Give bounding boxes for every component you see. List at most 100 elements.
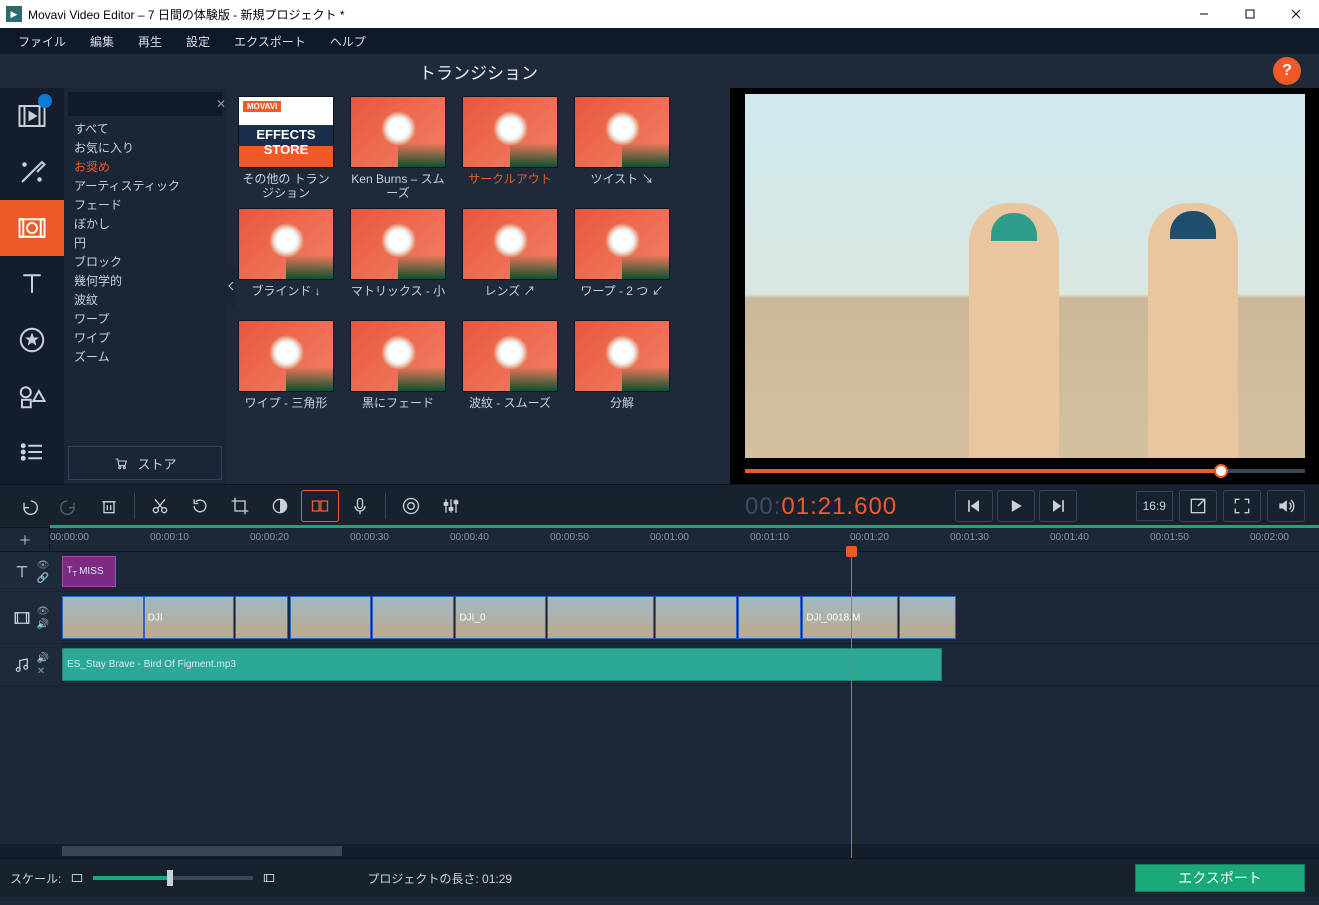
menu-settings[interactable]: 設定: [174, 28, 222, 55]
close-button[interactable]: [1273, 0, 1319, 28]
equalizer-button[interactable]: [432, 490, 470, 522]
transition-item[interactable]: レンズ ↗: [462, 208, 558, 312]
rotate-button[interactable]: [181, 490, 219, 522]
timeline-scrollbar[interactable]: [0, 844, 1319, 858]
video-clip[interactable]: [547, 596, 654, 639]
clip-properties-button[interactable]: [392, 490, 430, 522]
category-item[interactable]: 幾何学的: [74, 272, 226, 291]
record-audio-button[interactable]: [341, 490, 379, 522]
delete-button[interactable]: [90, 490, 128, 522]
bottom-bar: スケール: プロジェクトの長さ: 01:29 エクスポート: [0, 858, 1319, 897]
title-track[interactable]: TTMISS: [62, 552, 1319, 591]
category-item[interactable]: ズーム: [74, 348, 226, 367]
transition-item[interactable]: サークルアウト: [462, 96, 558, 200]
transition-item[interactable]: ブラインド ↓: [238, 208, 334, 312]
category-item[interactable]: アーティスティック: [74, 177, 226, 196]
ruler-mark: 00:02:00: [1250, 532, 1289, 543]
audio-track[interactable]: ES_Stay Brave - Bird Of Figment.mp3: [62, 644, 1319, 685]
transition-item[interactable]: ツイスト ↘: [574, 96, 670, 200]
video-clip[interactable]: [290, 596, 372, 639]
scale-label: スケール:: [10, 870, 61, 887]
search-input[interactable]: [72, 98, 214, 110]
video-clip[interactable]: [738, 596, 801, 639]
transition-item[interactable]: ワイプ - 三角形: [238, 320, 334, 424]
export-button[interactable]: エクスポート: [1135, 864, 1305, 892]
category-item[interactable]: すべて: [74, 120, 226, 139]
tab-more[interactable]: [0, 424, 64, 480]
transition-item[interactable]: Ken Burns – スムーズ: [350, 96, 446, 200]
category-item[interactable]: ブロック: [74, 253, 226, 272]
next-frame-button[interactable]: [1039, 490, 1077, 522]
volume-button[interactable]: [1267, 490, 1305, 522]
eye-icon[interactable]: 👁: [37, 560, 50, 571]
menu-edit[interactable]: 編集: [78, 28, 126, 55]
minimize-button[interactable]: [1181, 0, 1227, 28]
tab-stickers[interactable]: [0, 312, 64, 368]
category-item[interactable]: ワイプ: [74, 329, 226, 348]
video-clip[interactable]: [62, 596, 144, 639]
title-clip[interactable]: TTMISS: [62, 556, 116, 587]
link-icon[interactable]: 🔗: [37, 573, 50, 584]
audio-clip[interactable]: ES_Stay Brave - Bird Of Figment.mp3: [62, 648, 942, 681]
menu-file[interactable]: ファイル: [6, 28, 78, 55]
playhead[interactable]: [851, 552, 852, 858]
collapse-handle[interactable]: [226, 266, 236, 306]
category-item[interactable]: ワープ: [74, 310, 226, 329]
eye-icon[interactable]: 👁: [37, 606, 50, 617]
video-clip[interactable]: DJI: [144, 596, 235, 639]
prev-frame-button[interactable]: [955, 490, 993, 522]
tab-media[interactable]: [0, 88, 64, 144]
tab-titles[interactable]: [0, 256, 64, 312]
scale-slider[interactable]: [93, 876, 253, 880]
preview-video[interactable]: [745, 94, 1305, 458]
transition-item[interactable]: 分解: [574, 320, 670, 424]
transition-item[interactable]: マトリックス - 小: [350, 208, 446, 312]
tab-filters[interactable]: [0, 144, 64, 200]
color-adjust-button[interactable]: [261, 490, 299, 522]
video-clip[interactable]: [655, 596, 737, 639]
category-item[interactable]: 円: [74, 234, 226, 253]
time-ruler[interactable]: 00:00:0000:00:1000:00:2000:00:3000:00:40…: [50, 528, 1319, 551]
menu-export[interactable]: エクスポート: [222, 28, 318, 55]
menu-help[interactable]: ヘルプ: [318, 28, 378, 55]
aspect-ratio-selector[interactable]: 16:9: [1136, 491, 1173, 521]
fullscreen-button[interactable]: [1223, 490, 1261, 522]
store-button[interactable]: ストア: [68, 446, 222, 480]
transition-item[interactable]: 波紋 - スムーズ: [462, 320, 558, 424]
category-item[interactable]: お奨め: [74, 158, 226, 177]
video-clip[interactable]: DJI_0: [455, 596, 546, 639]
preview-seekbar[interactable]: [745, 458, 1305, 484]
redo-button[interactable]: [50, 490, 88, 522]
detach-preview-button[interactable]: [1179, 490, 1217, 522]
transition-item[interactable]: ワープ - 2 つ ↙: [574, 208, 670, 312]
transition-wizard-button[interactable]: [301, 490, 339, 522]
category-item[interactable]: 波紋: [74, 291, 226, 310]
category-item[interactable]: フェード: [74, 196, 226, 215]
play-button[interactable]: [997, 490, 1035, 522]
video-clip[interactable]: [372, 596, 454, 639]
menu-play[interactable]: 再生: [126, 28, 174, 55]
help-button[interactable]: ?: [1273, 57, 1301, 85]
video-track[interactable]: DJIDJI_0DJI_0018.M: [62, 592, 1319, 643]
cut-button[interactable]: [141, 490, 179, 522]
mute-icon[interactable]: 🔊: [37, 653, 49, 664]
video-clip[interactable]: [235, 596, 288, 639]
clear-search-icon[interactable]: ✕: [214, 97, 228, 111]
tab-shapes[interactable]: [0, 368, 64, 424]
category-item[interactable]: ぼかし: [74, 215, 226, 234]
ruler-mark: 00:00:10: [150, 532, 189, 543]
undo-button[interactable]: [10, 490, 48, 522]
zoom-in-icon[interactable]: [261, 871, 277, 885]
add-track-button[interactable]: [0, 528, 50, 551]
video-clip[interactable]: [899, 596, 956, 639]
crop-button[interactable]: [221, 490, 259, 522]
link-icon[interactable]: ✕: [37, 666, 49, 677]
transition-item[interactable]: 黒にフェード: [350, 320, 446, 424]
category-item[interactable]: お気に入り: [74, 139, 226, 158]
transition-item[interactable]: MOVAVIEFFECTSSTOREその他の トランジション: [238, 96, 334, 200]
mute-icon[interactable]: 🔊: [37, 619, 50, 630]
maximize-button[interactable]: [1227, 0, 1273, 28]
tab-transitions[interactable]: [0, 200, 64, 256]
window-titlebar: ▶ Movavi Video Editor – 7 日間の体験版 - 新規プロジ…: [0, 0, 1319, 28]
zoom-out-icon[interactable]: [69, 871, 85, 885]
